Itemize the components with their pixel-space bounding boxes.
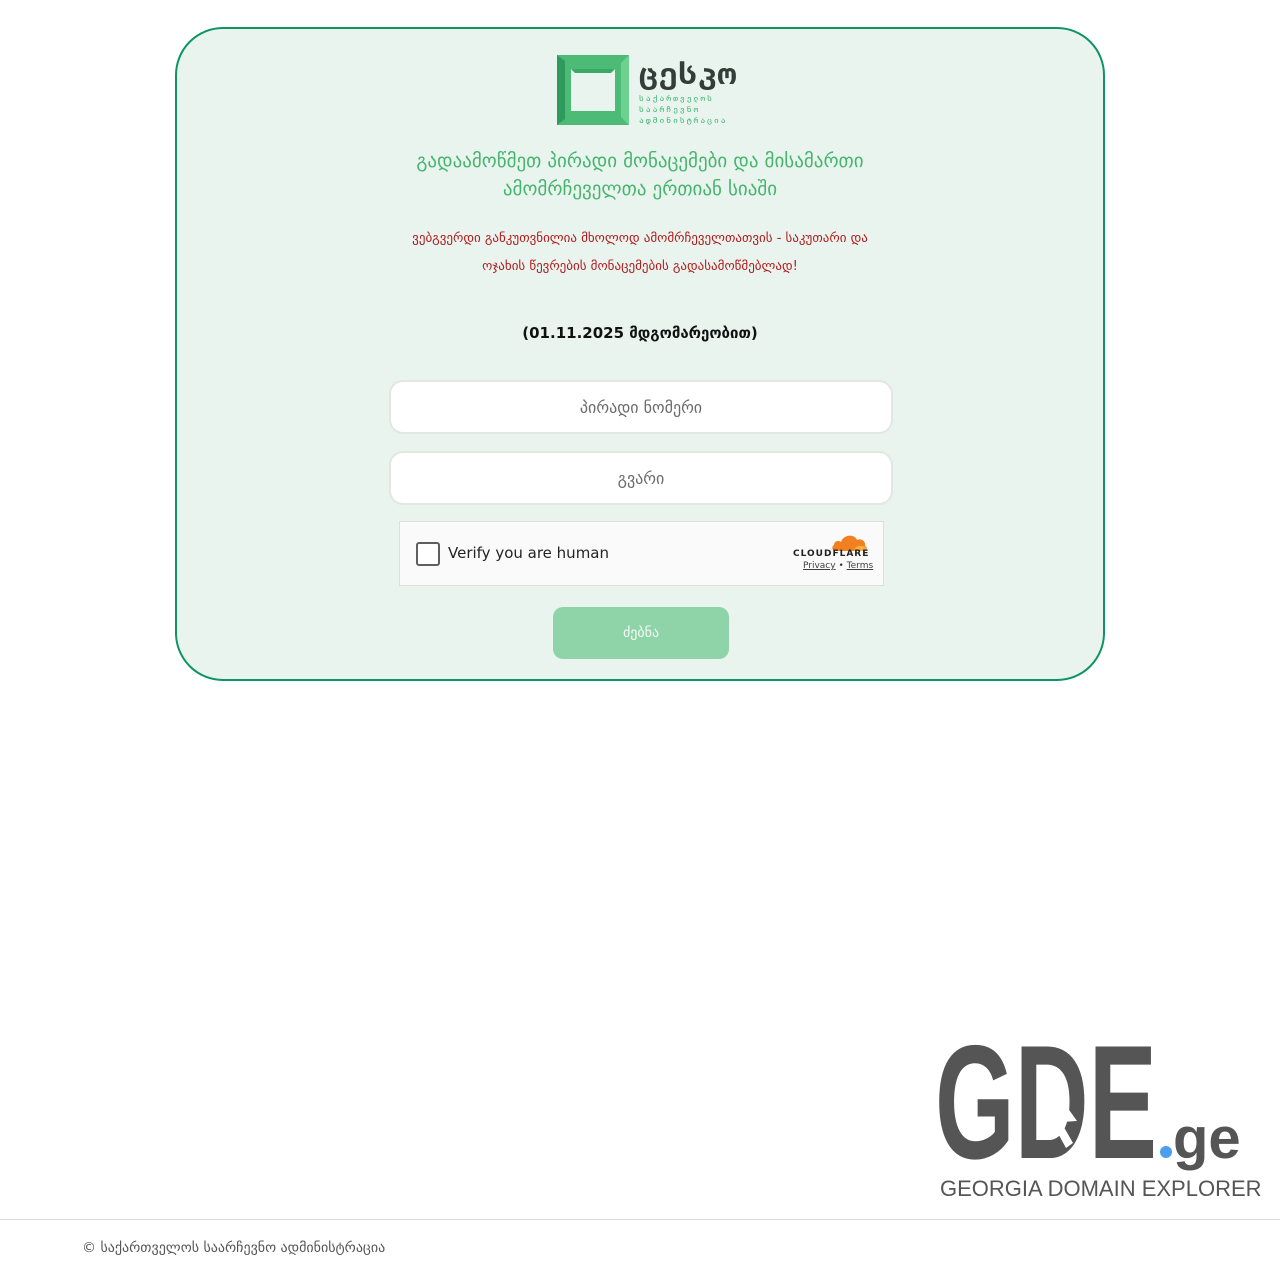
- captcha-label: Verify you are human: [448, 544, 610, 562]
- gde-logo-mark: GDE ge: [935, 1012, 1241, 1193]
- warning-notice: ვებგვერდი განკუთვნილია მხოლოდ ამომრჩეველ…: [377, 225, 903, 281]
- page-title-line: ამომრჩეველთა ერთიან სიაში: [502, 178, 778, 200]
- gde-tagline: GEORGIA DOMAIN EXPLORER: [940, 1176, 1262, 1201]
- footer-copyright: © საქართველოს საარჩევნო ადმინისტრაცია: [82, 1240, 386, 1256]
- link-separator: •: [838, 561, 844, 571]
- search-card: ცესკო საქართველოს საარჩევნო ადმინისტრაცი…: [175, 27, 1105, 681]
- gde-dot: [1160, 1146, 1172, 1158]
- search-button[interactable]: ძებნა: [553, 607, 729, 659]
- privacy-link[interactable]: Privacy: [803, 561, 836, 571]
- captcha-checkbox[interactable]: [416, 542, 440, 566]
- terms-link[interactable]: Terms: [847, 561, 874, 571]
- logo-subtitle-line: ადმინისტრაცია: [639, 116, 728, 125]
- page-title: გადაამოწმეთ პირადი მონაცემები და მისამარ…: [177, 147, 1103, 203]
- logo-subtitle-line: საქართველოს: [639, 94, 714, 103]
- warning-line: ოჯახის წევრების მონაცემების გადასამოწმებ…: [482, 259, 798, 274]
- cloudflare-links: Privacy • Terms: [803, 561, 873, 571]
- cesko-logo: ცესკო საქართველოს საარჩევნო ადმინისტრაცი…: [557, 55, 736, 129]
- status-date: (01.11.2025 მდგომარეობით): [522, 324, 758, 342]
- surname-input[interactable]: [389, 451, 893, 505]
- personal-id-input[interactable]: [389, 380, 893, 434]
- warning-line: ვებგვერდი განკუთვნილია მხოლოდ ამომრჩეველ…: [412, 231, 868, 246]
- cloudflare-brand: CLOUDFLARE: [793, 549, 870, 559]
- square-logo-icon: [557, 55, 629, 125]
- page-title-line: გადაამოწმეთ პირადი მონაცემები და მისამარ…: [416, 150, 864, 172]
- gde-logo[interactable]: GDE ge GEORGIA DOMAIN EXPLORER: [935, 1012, 1262, 1210]
- captcha-widget: Verify you are human CLOUDFLARE Privacy …: [399, 521, 884, 586]
- page: ცესკო საქართველოს საარჩევნო ადმინისტრაცი…: [0, 0, 1280, 1280]
- gde-suffix: ge: [1173, 1106, 1241, 1171]
- logo-subtitle: საქართველოს საარჩევნო ადმინისტრაცია: [639, 93, 728, 126]
- footer-divider: [0, 1219, 1280, 1220]
- logo-word: ცესკო: [639, 56, 738, 92]
- logo-subtitle-line: საარჩევნო: [639, 105, 701, 114]
